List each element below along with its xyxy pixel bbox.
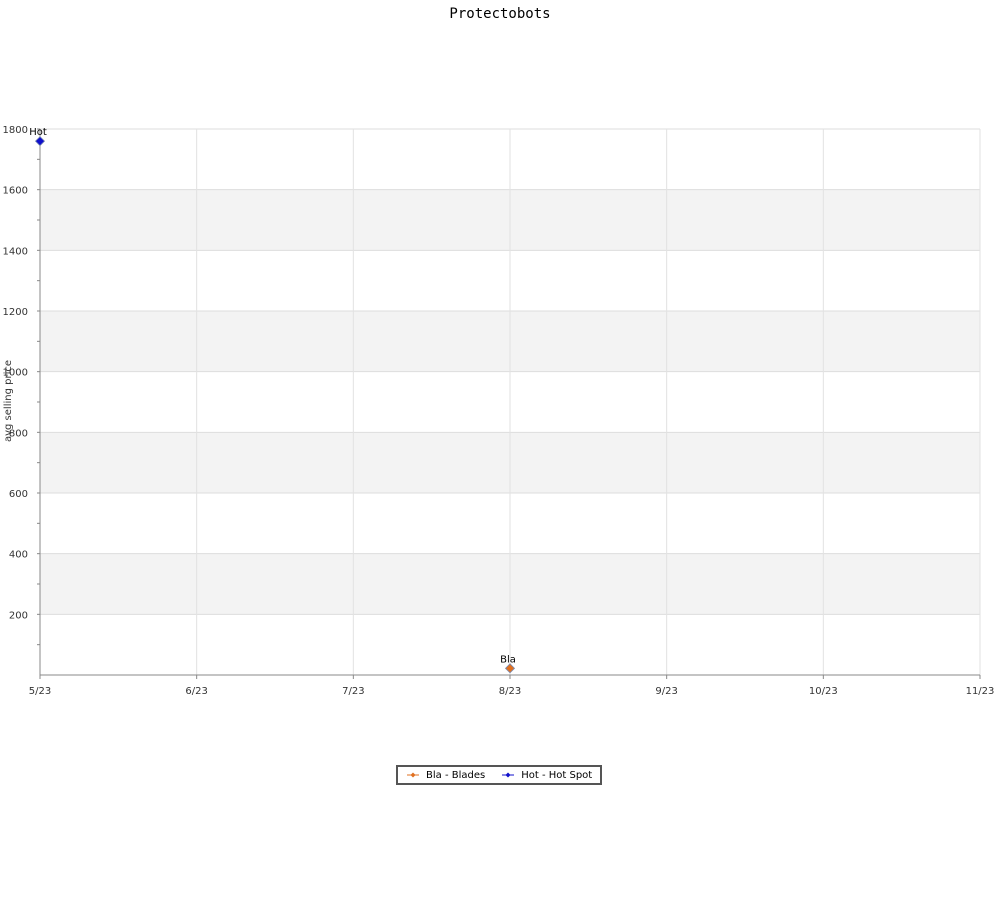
y-tick-label: 600 (9, 489, 28, 500)
chart-title: Protectobots (449, 6, 550, 22)
legend-item: Bla - Blades (406, 770, 485, 781)
legend-label: Hot - Hot Spot (521, 769, 593, 781)
x-tick-label: 5/23 (29, 686, 51, 697)
x-tick-label: 9/23 (655, 686, 677, 697)
legend: Bla - Blades Hot - Hot Spot (396, 765, 603, 785)
y-tick-label: 400 (9, 550, 28, 561)
y-tick-label: 1800 (3, 125, 28, 136)
x-tick-label: 10/23 (809, 686, 838, 697)
y-axis-label: avg selling price (3, 360, 14, 442)
y-tick-label: 200 (9, 610, 28, 621)
y-tick-label: 1400 (3, 246, 28, 257)
data-label: Bla (500, 654, 516, 665)
x-tick-label: 11/23 (966, 686, 995, 697)
legend-swatch (502, 772, 515, 778)
x-tick-label: 8/23 (499, 686, 521, 697)
legend-item: Hot - Hot Spot (501, 770, 592, 781)
x-tick-label: 6/23 (185, 686, 207, 697)
legend-label: Bla - Blades (426, 769, 486, 781)
y-tick-label: 1200 (3, 307, 28, 318)
x-tick-label: 7/23 (342, 686, 364, 697)
y-tick-label: 1600 (3, 186, 28, 197)
data-label: Hot (29, 127, 47, 138)
legend-swatch (407, 772, 419, 778)
